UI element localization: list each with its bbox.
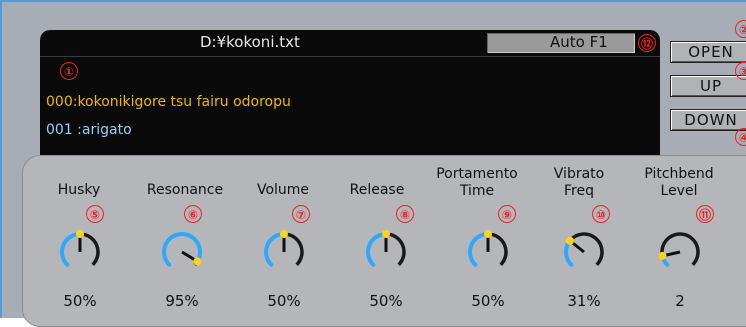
knob-track-arc (487, 232, 508, 266)
knob-indicator-dot (565, 236, 574, 245)
vibrato-freq-label: Vibrato Freq (553, 166, 605, 199)
knob-indicator-dot (484, 230, 492, 238)
portamento-time-label: Portamento Time (436, 166, 518, 199)
text-line-001[interactable]: 001 :arigato (46, 122, 132, 138)
callout-1: ① (60, 62, 78, 80)
file-bar: D:¥kokoni.txt Auto F1 ⑫ (40, 30, 660, 57)
callout-3: ③ (735, 62, 746, 80)
auto-f1-label: Auto F1 (550, 33, 608, 51)
knob-track-arc (283, 232, 304, 266)
release-value: 50% (369, 292, 403, 310)
knob-indicator-dot (193, 257, 202, 266)
release-label: Release (349, 182, 405, 198)
pitchbend-level-knob[interactable] (650, 220, 710, 280)
knob-track-arc (385, 232, 406, 266)
knob-indicator-dot (280, 230, 288, 238)
knob-track-arc (79, 232, 100, 266)
down-button[interactable]: DOWN (670, 109, 746, 131)
knob-indicator-dot (76, 230, 84, 238)
pitchbend-level-label: Pitchbend Level (644, 166, 714, 199)
husky-value: 50% (63, 292, 97, 310)
knob-track-arc (568, 232, 604, 266)
volume-knob[interactable] (254, 220, 314, 280)
app-window: D:¥kokoni.txt Auto F1 ⑫ ① 000:kokonikigo… (0, 0, 746, 327)
knob-indicator-dot (382, 230, 390, 238)
knob-track-arc (660, 232, 700, 266)
callout-2: ② (735, 20, 746, 38)
resonance-value: 95% (165, 292, 199, 310)
husky-knob[interactable] (50, 220, 110, 280)
release-knob[interactable] (356, 220, 416, 280)
volume-value: 50% (267, 292, 301, 310)
knob-indicator-dot (658, 251, 667, 260)
text-display: D:¥kokoni.txt Auto F1 ⑫ ① 000:kokonikigo… (40, 30, 660, 170)
husky-label: Husky (57, 182, 101, 198)
resonance-knob[interactable] (152, 220, 212, 280)
knob-level-arc (366, 232, 388, 267)
portamento-time-knob[interactable] (458, 220, 518, 280)
filename-label: D:¥kokoni.txt (200, 33, 300, 51)
vibrato-freq-value: 31% (567, 292, 601, 310)
portamento-time-value: 50% (471, 292, 505, 310)
knob-level-arc (264, 232, 286, 267)
callout-4: ④ (735, 128, 746, 146)
open-button[interactable]: OPEN (670, 41, 746, 63)
vibrato-freq-knob[interactable] (554, 220, 614, 280)
knob-level-arc (60, 232, 82, 267)
resonance-label: Resonance (146, 182, 224, 198)
callout-12: ⑫ (638, 34, 656, 52)
up-button[interactable]: UP (670, 75, 746, 97)
knob-level-arc (468, 232, 490, 267)
text-line-000[interactable]: 000:kokonikigore tsu fairu odoropu (46, 94, 291, 110)
pitchbend-level-value: 2 (675, 292, 685, 310)
